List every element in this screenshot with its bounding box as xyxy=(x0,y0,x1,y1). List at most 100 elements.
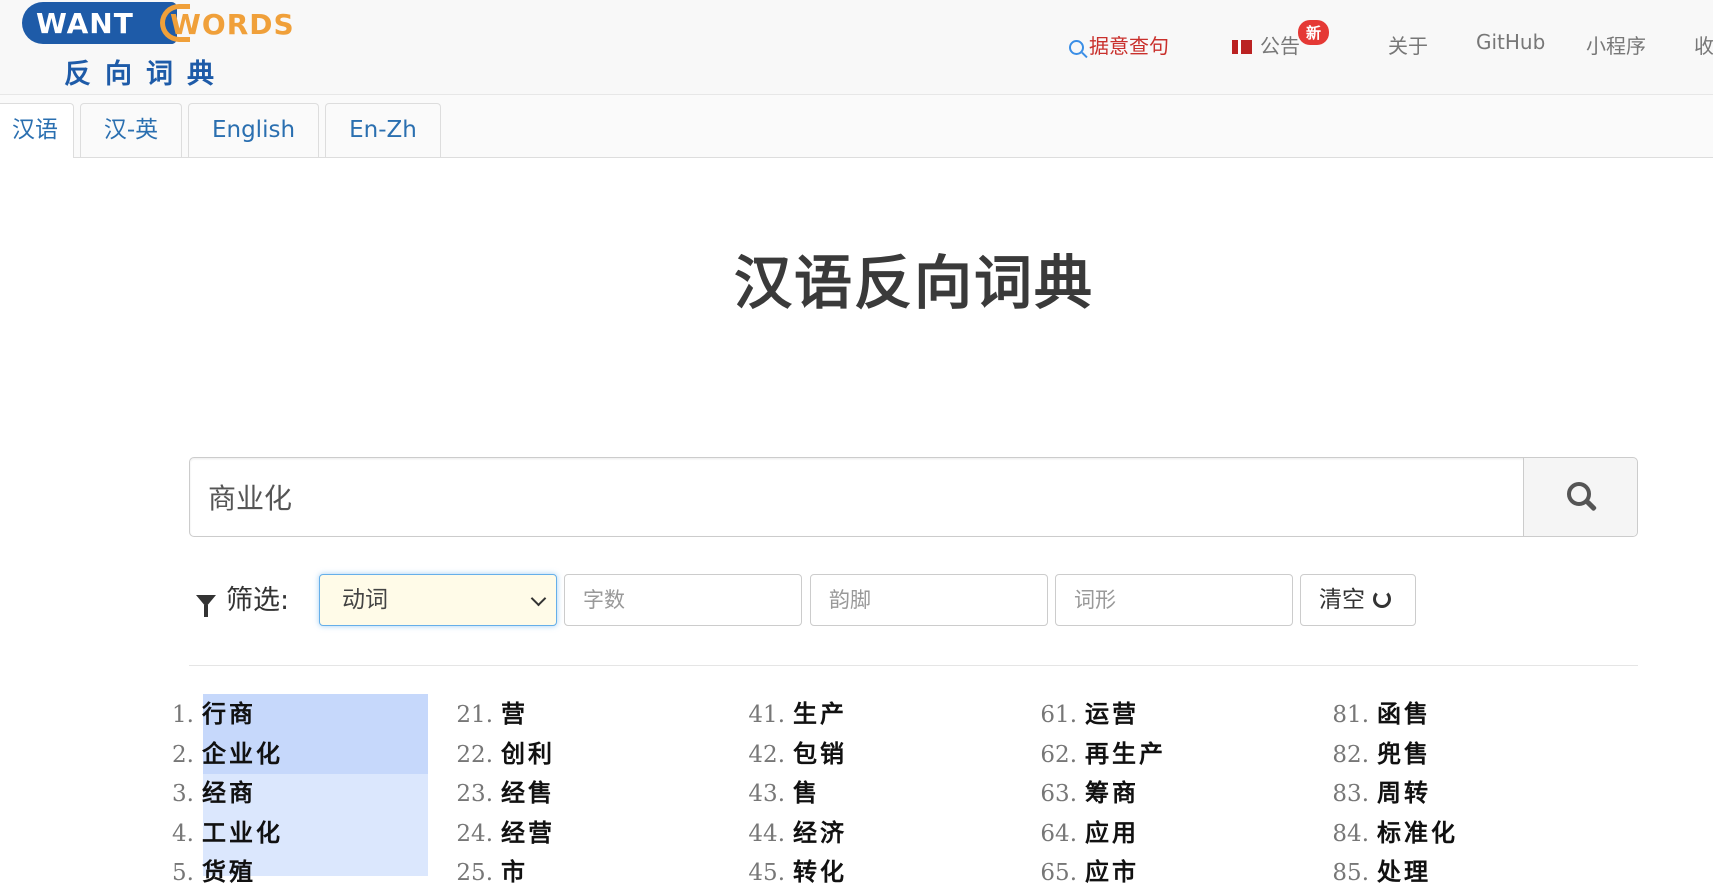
result-index: 21. xyxy=(456,702,493,728)
result-word[interactable]: 经售 xyxy=(499,773,557,808)
result-word[interactable]: 函售 xyxy=(1375,694,1433,729)
result-item[interactable]: 83. 周转 xyxy=(1319,773,1579,813)
result-index: 83. xyxy=(1332,781,1369,807)
page-title: 汉语反向词典 xyxy=(733,249,1094,317)
chevron-down-icon xyxy=(530,590,547,607)
result-word[interactable]: 应用 xyxy=(1083,813,1141,848)
result-word[interactable]: 筹商 xyxy=(1083,773,1141,808)
tab-english[interactable]: English xyxy=(188,103,319,157)
result-item[interactable]: 21. 营 xyxy=(443,694,703,734)
refresh-icon xyxy=(1373,590,1391,608)
clear-button[interactable]: 清空 xyxy=(1300,574,1416,626)
language-tabs: 汉语 汉-英 English En-Zh xyxy=(0,95,1713,158)
nav-miniprogram[interactable]: 小程序 xyxy=(1586,30,1646,59)
result-index: 41. xyxy=(748,702,785,728)
result-item[interactable]: 82. 兜售 xyxy=(1319,734,1579,774)
result-item[interactable]: 61. 运营 xyxy=(1027,694,1287,734)
result-item[interactable]: 4. 工业化 xyxy=(160,813,420,853)
part-of-speech-select[interactable]: 动词 xyxy=(319,574,557,626)
result-index: 44. xyxy=(748,820,785,847)
result-item[interactable]: 81. 函售 xyxy=(1319,694,1579,734)
result-item[interactable]: 23. 经售 xyxy=(443,773,703,813)
result-item[interactable]: 2. 企业化 xyxy=(160,734,420,774)
nav-github[interactable]: GitHub xyxy=(1476,30,1545,54)
result-index: 42. xyxy=(748,741,785,768)
filter-icon xyxy=(196,595,216,617)
result-word[interactable]: 营 xyxy=(499,694,530,729)
result-word[interactable]: 创利 xyxy=(499,734,557,769)
result-item[interactable]: 42. 包销 xyxy=(735,734,995,774)
result-index: 82. xyxy=(1332,741,1369,768)
result-word[interactable]: 包销 xyxy=(791,734,849,769)
result-word[interactable]: 经商 xyxy=(200,773,258,808)
search-icon xyxy=(1069,40,1084,55)
tab-english-chinese[interactable]: En-Zh xyxy=(325,103,441,157)
result-index: 65. xyxy=(1040,860,1077,886)
result-item[interactable]: 24. 经营 xyxy=(443,813,703,853)
result-item[interactable]: 85. 处理 xyxy=(1319,852,1579,892)
result-word[interactable]: 再生产 xyxy=(1083,734,1168,769)
result-word[interactable]: 处理 xyxy=(1375,852,1433,887)
result-word[interactable]: 转化 xyxy=(791,852,849,887)
site-logo[interactable]: WANT WORDS 反向词典 xyxy=(22,2,294,90)
result-item[interactable]: 41. 生产 xyxy=(735,694,995,734)
result-word[interactable]: 市 xyxy=(499,852,530,887)
result-index: 84. xyxy=(1332,820,1369,847)
divider xyxy=(189,665,1638,666)
tab-chinese[interactable]: 汉语 xyxy=(0,103,74,158)
result-index: 43. xyxy=(748,781,785,807)
result-item[interactable]: 22. 创利 xyxy=(443,734,703,774)
result-word[interactable]: 兜售 xyxy=(1375,734,1433,769)
nav-about[interactable]: 关于 xyxy=(1388,30,1428,59)
nav-search-by-meaning[interactable]: 据意查句 xyxy=(1069,30,1169,59)
result-column: 61. 运营 62. 再生产 63. 筹商 64. 应用 65. 应市 xyxy=(1027,694,1287,892)
result-item[interactable]: 84. 标准化 xyxy=(1319,813,1579,853)
result-word[interactable]: 行商 xyxy=(200,694,258,729)
logo-want-text: WANT xyxy=(22,2,177,44)
result-column: 21. 营 22. 创利 23. 经售 24. 经营 25. 市 xyxy=(443,694,703,892)
filter-label: 筛选: xyxy=(196,578,289,617)
nav-notice[interactable]: 公告 xyxy=(1232,30,1300,59)
new-badge: 新 xyxy=(1298,20,1330,45)
megaphone-icon xyxy=(1232,40,1252,54)
result-word[interactable]: 周转 xyxy=(1375,773,1433,808)
result-item[interactable]: 44. 经济 xyxy=(735,813,995,853)
result-item[interactable]: 65. 应市 xyxy=(1027,852,1287,892)
result-item[interactable]: 3. 经商 xyxy=(160,773,420,813)
result-index: 24. xyxy=(456,820,493,847)
result-word[interactable]: 标准化 xyxy=(1375,813,1460,848)
result-index: 45. xyxy=(748,860,785,886)
result-index: 81. xyxy=(1332,702,1369,728)
result-item[interactable]: 5. 货殖 xyxy=(160,852,420,892)
result-item[interactable]: 62. 再生产 xyxy=(1027,734,1287,774)
filter-label-text: 筛选: xyxy=(226,585,290,616)
search-button[interactable] xyxy=(1523,458,1637,536)
search-input[interactable] xyxy=(190,458,1524,536)
result-index: 64. xyxy=(1040,820,1077,847)
result-word[interactable]: 售 xyxy=(791,773,822,808)
result-word[interactable]: 企业化 xyxy=(200,734,285,769)
result-word[interactable]: 工业化 xyxy=(200,813,285,848)
logo-subtitle: 反向词典 xyxy=(64,59,228,90)
result-item[interactable]: 63. 筹商 xyxy=(1027,773,1287,813)
search-box xyxy=(189,457,1638,537)
char-count-input[interactable] xyxy=(564,574,802,626)
result-item[interactable]: 43. 售 xyxy=(735,773,995,813)
result-word[interactable]: 经济 xyxy=(791,813,849,848)
result-index: 3. xyxy=(172,781,194,807)
result-index: 2. xyxy=(172,741,194,768)
result-index: 61. xyxy=(1040,702,1077,728)
result-item[interactable]: 25. 市 xyxy=(443,852,703,892)
word-form-input[interactable] xyxy=(1055,574,1293,626)
rhyme-input[interactable] xyxy=(810,574,1048,626)
result-item[interactable]: 45. 转化 xyxy=(735,852,995,892)
tab-chinese-english[interactable]: 汉-英 xyxy=(80,103,182,157)
result-word[interactable]: 生产 xyxy=(791,694,849,729)
result-word[interactable]: 经营 xyxy=(499,813,557,848)
result-item[interactable]: 64. 应用 xyxy=(1027,813,1287,853)
result-word[interactable]: 应市 xyxy=(1083,852,1141,887)
result-word[interactable]: 运营 xyxy=(1083,694,1141,729)
result-word[interactable]: 货殖 xyxy=(200,852,258,887)
nav-collect[interactable]: 收 xyxy=(1694,30,1713,59)
result-item[interactable]: 1. 行商 xyxy=(160,694,420,734)
